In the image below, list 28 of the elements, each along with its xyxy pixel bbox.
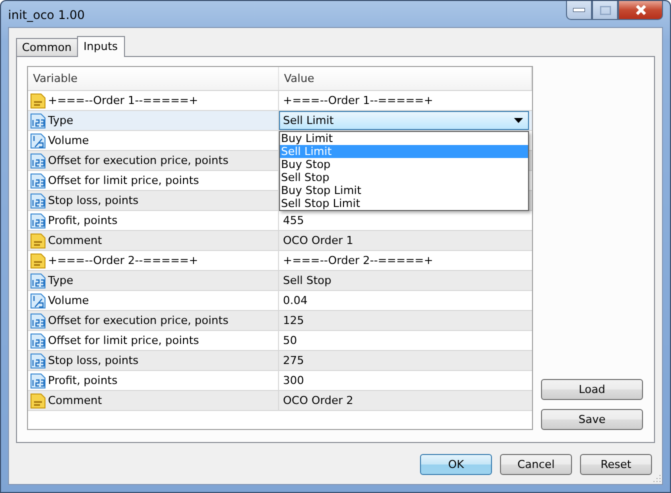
variable-name: Stop loss, points: [48, 194, 139, 207]
variable-name: Comment: [48, 234, 102, 247]
variable-name: Type: [48, 274, 74, 287]
variable-name: +===--Order 1--=====+: [48, 94, 198, 107]
value-text: Sell Stop: [283, 274, 332, 287]
value-text: 275: [283, 354, 304, 367]
variable-name: Profit, points: [48, 214, 118, 227]
variable-name: Volume: [48, 294, 89, 307]
variable-name: Offset for limit price, points: [48, 174, 200, 187]
variable-name: Comment: [48, 394, 102, 407]
variable-name: +===--Order 2--=====+: [48, 254, 198, 267]
variable-name: Type: [48, 114, 74, 127]
window-title: init_oco 1.00: [8, 8, 85, 22]
variable-name: Volume: [48, 134, 89, 147]
value-text: 300: [283, 374, 304, 387]
value-text: OCO Order 1: [283, 234, 354, 247]
value-text: OCO Order 2: [283, 394, 354, 407]
variable-name: Profit, points: [48, 374, 118, 387]
variable-name: Stop loss, points: [48, 354, 139, 367]
value-text: 455: [283, 214, 304, 227]
value-text: 50: [283, 334, 297, 347]
value-text: 125: [283, 314, 304, 327]
variable-name: Offset for execution price, points: [48, 314, 228, 327]
variable-name: Offset for limit price, points: [48, 334, 200, 347]
value-text: +===--Order 2--=====+: [283, 254, 434, 267]
variable-name: Offset for execution price, points: [48, 154, 228, 167]
value-text: 0.04: [283, 294, 308, 307]
value-text: +===--Order 1--=====+: [283, 94, 434, 107]
